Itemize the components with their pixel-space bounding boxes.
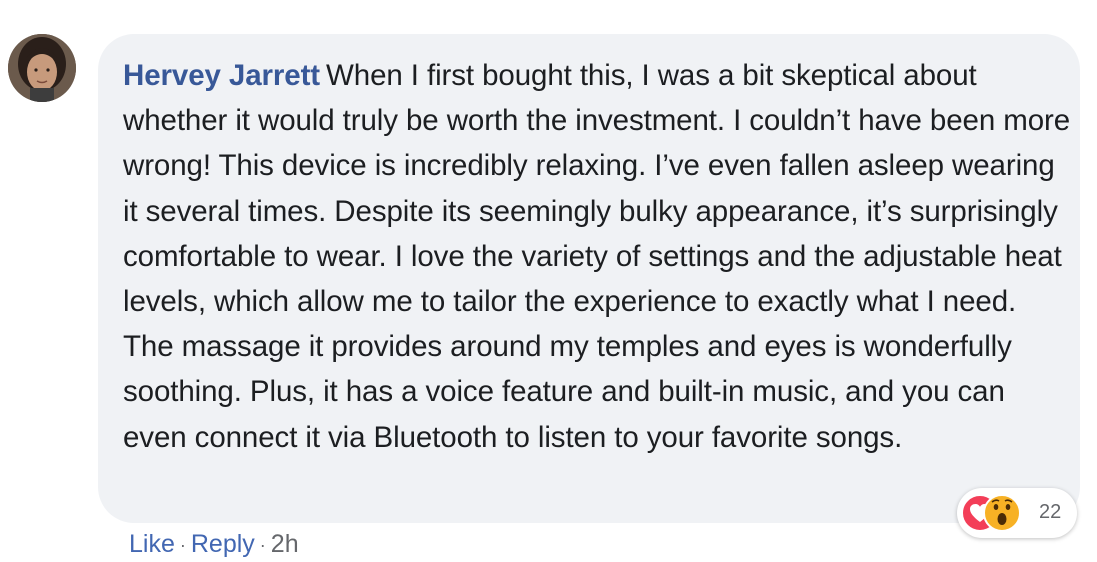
comment-body: Hervey Jarrett When I first bought this, …	[123, 53, 1073, 460]
like-link[interactable]: Like	[129, 530, 175, 558]
comment-actions: Like · Reply · 2h	[129, 530, 299, 559]
wow-icon	[983, 494, 1021, 532]
comment-text: When I first bought this, I was a bit sk…	[123, 59, 1071, 454]
reaction-count: 22	[1039, 501, 1062, 523]
reactions-summary[interactable]: 22	[957, 488, 1077, 538]
reply-link[interactable]: Reply	[191, 530, 255, 558]
avatar[interactable]	[8, 34, 76, 102]
timestamp[interactable]: 2h	[271, 530, 299, 558]
profile-photo	[8, 34, 76, 102]
separator-dot: ·	[179, 535, 186, 555]
comment-author[interactable]: Hervey Jarrett	[123, 59, 320, 92]
separator-dot: ·	[259, 535, 266, 555]
